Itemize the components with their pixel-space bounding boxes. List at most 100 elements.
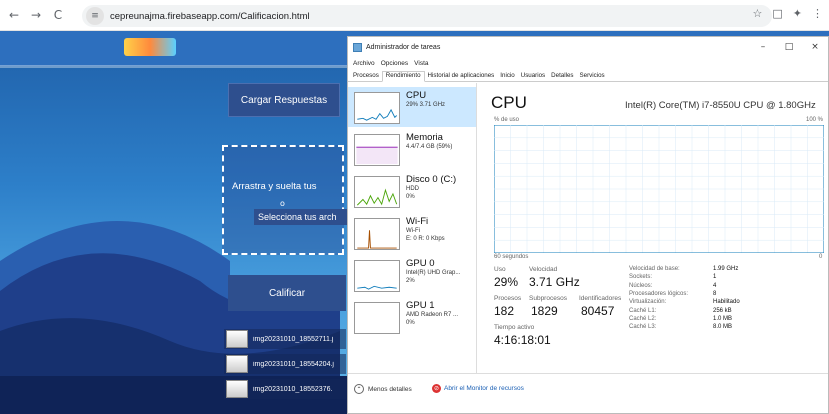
resource-detail: 0% xyxy=(406,320,415,326)
gpu1-mini-graph xyxy=(354,302,400,334)
site-info-icon[interactable]: ≡ xyxy=(86,7,104,25)
tab-usuarios[interactable]: Usuarios xyxy=(518,72,548,81)
resource-monitor-icon: ⊘ xyxy=(432,384,441,393)
url-text[interactable]: cepreunajma.firebaseapp.com/Calificacion… xyxy=(110,11,310,22)
extensions-icon[interactable]: ✦ xyxy=(793,7,802,20)
resource-name: Wi-Fi xyxy=(406,216,429,227)
wifi-mini-graph xyxy=(354,218,400,250)
spec-label: Virtualización: xyxy=(629,299,667,306)
resource-detail: AMD Radeon R7 ... xyxy=(406,312,459,318)
close-icon[interactable]: × xyxy=(802,37,828,57)
cpu-mini-graph xyxy=(354,92,400,124)
forward-icon[interactable]: → xyxy=(28,7,44,23)
uso-label: Uso xyxy=(494,266,506,273)
tab-servicios[interactable]: Servicios xyxy=(577,72,608,81)
address-bar[interactable]: ≡ cepreunajma.firebaseapp.com/Calificaci… xyxy=(82,5,772,27)
file-list: img20231010_18552711.j img20231010_18554… xyxy=(224,329,346,404)
resource-name: CPU xyxy=(406,90,427,101)
file-item[interactable]: img20231010_18552376. xyxy=(224,379,346,399)
resource-detail: HDD xyxy=(406,186,419,192)
resource-detail: E: 0 R: 0 Kbps xyxy=(406,236,445,242)
usage-axis-label: % de uso xyxy=(494,117,520,123)
cpu-title: CPU xyxy=(491,93,527,112)
less-details-link[interactable]: ⌃ Menos detalles xyxy=(354,384,412,394)
back-icon[interactable]: ← xyxy=(6,7,22,23)
identificadores-value: 80457 xyxy=(581,304,615,318)
gpu0-mini-graph xyxy=(354,260,400,292)
resource-name: Memoria xyxy=(406,132,443,143)
resource-gpu1[interactable]: GPU 1 AMD Radeon R7 ... 0% xyxy=(348,297,476,337)
memory-mini-graph xyxy=(354,134,400,166)
resource-detail: Wi-Fi xyxy=(406,228,420,234)
select-files-button[interactable]: Selecciona tus arch xyxy=(254,209,350,225)
browser-menu-icon[interactable]: ⋮ xyxy=(812,7,823,20)
resource-disk[interactable]: Disco 0 (C:) HDD 0% xyxy=(348,171,476,211)
tab-historial[interactable]: Historial de aplicaciones xyxy=(425,72,498,81)
browser-toolbar: ← → C ≡ cepreunajma.firebaseapp.com/Cali… xyxy=(0,0,829,31)
menu-opciones[interactable]: Opciones xyxy=(381,60,408,67)
identificadores-label: Identificadores xyxy=(579,295,622,302)
bookmark-star-icon[interactable]: ☆ xyxy=(753,7,763,20)
reload-icon[interactable]: C xyxy=(50,7,66,23)
velocidad-label: Velocidad xyxy=(529,266,558,273)
chevron-up-icon: ⌃ xyxy=(354,384,364,394)
file-thumbnail xyxy=(226,355,248,373)
subprocesos-value: 1829 xyxy=(531,304,558,318)
spec-label: Procesadores lógicos: xyxy=(629,290,689,297)
menu-bar: Archivo Opciones Vista xyxy=(348,57,828,69)
resource-monitor-label: Abrir el Monitor de recursos xyxy=(444,385,524,392)
file-name: img20231010_18552711.j xyxy=(253,335,334,343)
tab-procesos[interactable]: Procesos xyxy=(350,72,382,81)
tab-rendimiento[interactable]: Rendimiento xyxy=(381,71,425,82)
resource-detail: 29% 3.71 GHz xyxy=(406,102,446,108)
file-thumbnail xyxy=(226,330,248,348)
spec-value: 4 xyxy=(713,282,717,289)
spec-value: 1.0 MB xyxy=(713,315,733,322)
resource-wifi[interactable]: Wi-Fi Wi-Fi E: 0 R: 0 Kbps xyxy=(348,213,476,253)
cpu-usage-chart xyxy=(494,125,824,253)
drop-instructions: Arrastra y suelta tus xyxy=(232,181,317,192)
procesos-value: 182 xyxy=(494,304,515,318)
spec-value: 8.0 MB xyxy=(713,324,733,331)
spec-value: 1 xyxy=(713,274,717,281)
resource-cpu[interactable]: CPU 29% 3.71 GHz xyxy=(348,87,476,127)
cpu-model: Intel(R) Core(TM) i7-8550U CPU @ 1.80GHz xyxy=(625,100,816,111)
grade-button[interactable]: Calificar xyxy=(228,275,346,311)
spec-label: Sockets: xyxy=(629,274,653,281)
tiempo-activo-label: Tiempo activo xyxy=(494,324,535,331)
resource-memory[interactable]: Memoria 4.4/7.4 GB (59%) xyxy=(348,129,476,169)
resource-detail: Intel(R) UHD Grap... xyxy=(406,270,461,276)
menu-archivo[interactable]: Archivo xyxy=(353,60,375,67)
file-name: img20231010_18552376. xyxy=(253,385,333,393)
minimize-icon[interactable]: – xyxy=(750,37,776,57)
file-dropzone[interactable]: Arrastra y suelta tus o Selecciona tus a… xyxy=(222,145,350,255)
resource-detail: 2% xyxy=(406,278,415,284)
resource-name: GPU 1 xyxy=(406,300,435,311)
procesos-label: Procesos xyxy=(494,295,522,302)
resource-list: CPU 29% 3.71 GHz Memoria 4.4/7.4 GB (59%… xyxy=(348,83,477,373)
subprocesos-label: Subprocesos xyxy=(529,295,567,302)
resource-monitor-link[interactable]: ⊘ Abrir el Monitor de recursos xyxy=(432,384,524,393)
site-logo xyxy=(124,38,176,56)
side-panel-icon[interactable]: □ xyxy=(772,7,782,20)
menu-vista[interactable]: Vista xyxy=(414,60,428,67)
tab-detalles[interactable]: Detalles xyxy=(548,72,576,81)
spec-value: 8 xyxy=(713,290,717,297)
resource-detail: 0% xyxy=(406,194,415,200)
spec-label: Caché L3: xyxy=(629,324,657,331)
spec-value: 1.99 GHz xyxy=(713,266,739,272)
usage-max-label: 100 % xyxy=(806,117,824,123)
maximize-icon[interactable]: □ xyxy=(776,37,802,57)
window-title: Administrador de tareas xyxy=(366,43,441,51)
less-details-label: Menos detalles xyxy=(368,385,412,393)
velocidad-value: 3.71 GHz xyxy=(529,275,580,289)
tab-inicio[interactable]: Inicio xyxy=(497,72,517,81)
load-answers-button[interactable]: Cargar Respuestas xyxy=(228,83,340,117)
time-axis-label: 60 segundos xyxy=(494,254,529,260)
resource-gpu0[interactable]: GPU 0 Intel(R) UHD Grap... 2% xyxy=(348,255,476,295)
drop-or-text: o xyxy=(280,199,285,208)
spec-value: Habilitado xyxy=(713,299,740,306)
tiempo-activo-value: 4:16:18:01 xyxy=(494,333,551,347)
file-item[interactable]: img20231010_18552711.j xyxy=(224,329,346,349)
file-item[interactable]: img20231010_18554204.j xyxy=(224,354,346,374)
